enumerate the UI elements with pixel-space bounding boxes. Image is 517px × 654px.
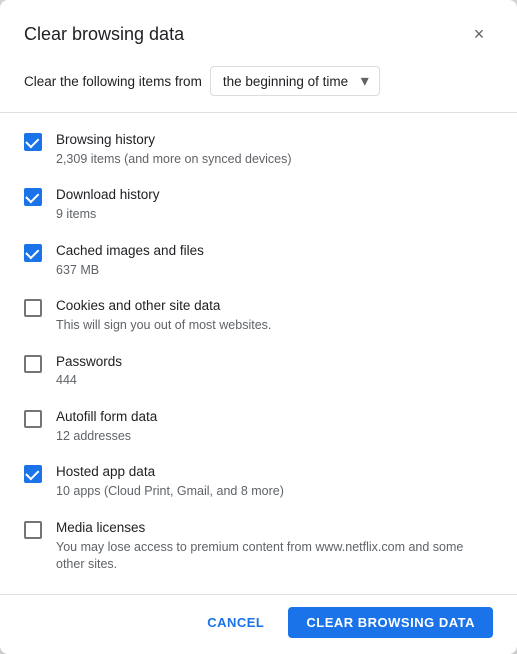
clear-browsing-data-dialog: Clear browsing data × Clear the followin… [0,0,517,654]
time-range-value: the beginning of time [223,74,355,89]
close-button[interactable]: × [465,20,493,48]
item-desc-cached-images: 637 MB [56,262,493,280]
clear-browsing-data-button[interactable]: CLEAR BROWSING DATA [288,607,493,638]
list-item: Browsing history2,309 items (and more on… [24,121,493,176]
time-range-row: Clear the following items from the begin… [0,58,517,112]
item-desc-autofill: 12 addresses [56,428,493,446]
item-desc-download-history: 9 items [56,206,493,224]
checkbox-browsing-history[interactable] [24,133,42,151]
item-desc-passwords: 444 [56,372,493,390]
dropdown-arrow-icon: ▾ [361,71,369,91]
item-desc-hosted-app: 10 apps (Cloud Print, Gmail, and 8 more) [56,483,493,501]
item-label-media-licenses: Media licenses [56,519,493,538]
list-item: Download history9 items [24,176,493,231]
list-item: Autofill form data12 addresses [24,398,493,453]
checkbox-passwords[interactable] [24,355,42,373]
list-item: Passwords444 [24,343,493,398]
item-label-hosted-app: Hosted app data [56,463,493,482]
item-desc-cookies: This will sign you out of most websites. [56,317,493,335]
checkbox-cookies[interactable] [24,299,42,317]
time-range-prefix-label: Clear the following items from [24,74,202,89]
dialog-title: Clear browsing data [24,24,184,45]
dialog-footer: CANCEL CLEAR BROWSING DATA [0,594,517,654]
header-divider [0,112,517,113]
item-label-cached-images: Cached images and files [56,242,493,261]
list-item: Cookies and other site dataThis will sig… [24,287,493,342]
cancel-button[interactable]: CANCEL [191,607,280,638]
item-label-browsing-history: Browsing history [56,131,493,150]
list-item: Media licensesYou may lose access to pre… [24,509,493,582]
item-desc-browsing-history: 2,309 items (and more on synced devices) [56,151,493,169]
checkbox-autofill[interactable] [24,410,42,428]
checkbox-hosted-app[interactable] [24,465,42,483]
item-label-autofill: Autofill form data [56,408,493,427]
checkbox-download-history[interactable] [24,188,42,206]
item-desc-media-licenses: You may lose access to premium content f… [56,539,493,574]
time-range-select[interactable]: the beginning of time ▾ [210,66,380,96]
checkbox-media-licenses[interactable] [24,521,42,539]
item-label-download-history: Download history [56,186,493,205]
item-label-passwords: Passwords [56,353,493,372]
list-item: Hosted app data10 apps (Cloud Print, Gma… [24,453,493,508]
list-item: Cached images and files637 MB [24,232,493,287]
checkbox-cached-images[interactable] [24,244,42,262]
items-list: Browsing history2,309 items (and more on… [0,117,517,590]
item-label-cookies: Cookies and other site data [56,297,493,316]
dialog-header: Clear browsing data × [0,0,517,58]
